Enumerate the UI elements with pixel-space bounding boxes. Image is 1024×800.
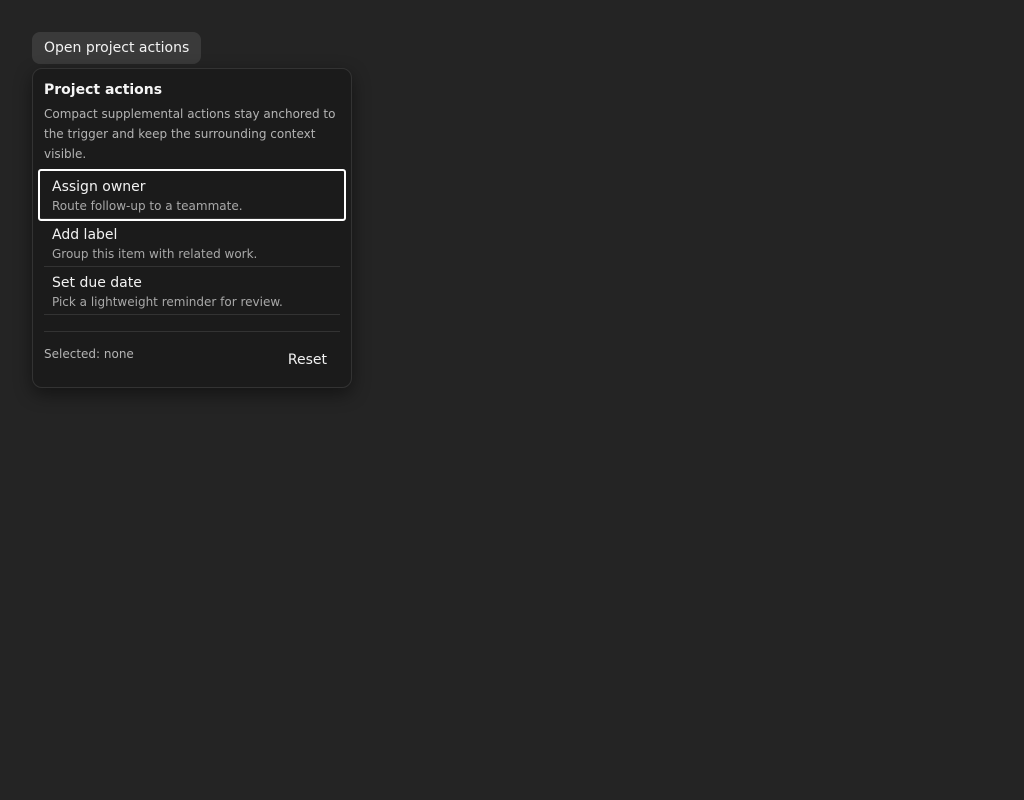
popover-description: Compact supplemental actions stay anchor… xyxy=(44,107,336,161)
menu-item-assign-owner[interactable]: Assign owner Route follow-up to a teamma… xyxy=(38,169,346,221)
menu-item-description: Route follow-up to a teammate. xyxy=(52,199,243,213)
menu-item-description: Pick a lightweight reminder for review. xyxy=(52,295,283,309)
menu-item-label: Assign owner xyxy=(52,179,146,195)
menu-item-add-label[interactable]: Add label Group this item with related w… xyxy=(44,219,340,267)
popover-title: Project actions xyxy=(44,82,163,98)
open-project-actions-button[interactable]: Open project actions xyxy=(32,32,202,64)
menu-item-label: Add label xyxy=(52,227,118,243)
project-actions-popover: Project actions Compact supplemental act… xyxy=(32,68,352,388)
menu-item-label: Set due date xyxy=(52,275,142,291)
action-menu: Assign owner Route follow-up to a teamma… xyxy=(38,169,346,315)
menu-item-description: Group this item with related work. xyxy=(52,247,258,261)
selection-status: Selected: none xyxy=(44,347,134,361)
reset-button[interactable]: Reset xyxy=(276,345,339,375)
footer-divider xyxy=(44,331,340,332)
page: Open project actions Project actions Com… xyxy=(0,0,1024,800)
menu-item-set-due-date[interactable]: Set due date Pick a lightweight reminder… xyxy=(44,267,340,315)
